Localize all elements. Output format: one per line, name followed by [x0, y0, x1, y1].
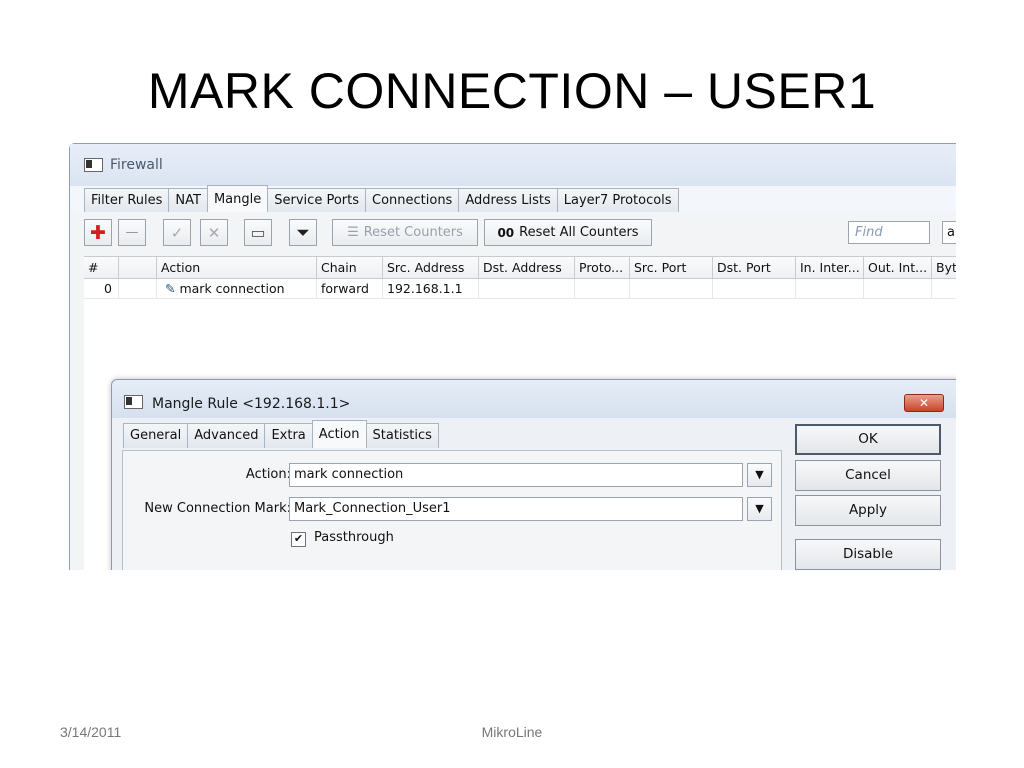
column-header[interactable]: Src. Address [383, 257, 479, 278]
enable-button[interactable]: ✓ [163, 219, 191, 246]
row-src-address: 192.168.1.1 [383, 279, 479, 298]
new-connection-mark-label: New Connection Mark: [144, 501, 291, 516]
passthrough-checkbox[interactable]: ✔ [291, 532, 306, 547]
mangle-rule-dialog: Mangle Rule <192.168.1.1> ✕ General Adva… [111, 379, 956, 570]
screenshot-crop: Firewall Filter Rules NAT Mangle Service… [69, 143, 956, 570]
tab-advanced[interactable]: Advanced [187, 423, 266, 448]
tab-general[interactable]: General [123, 423, 189, 448]
filter-icon: ⏷ [296, 222, 310, 243]
firewall-titlebar: Firewall [70, 144, 956, 186]
row-number: 0 [84, 279, 119, 298]
close-button[interactable]: ✕ [904, 394, 944, 412]
column-header[interactable]: Out. Int... [864, 257, 932, 278]
action-tab-panel: Action: mark connection ▼ New Connection… [122, 450, 782, 570]
action-dropdown-button[interactable]: ▼ [747, 463, 772, 487]
reset-all-counters-icon: 00 [497, 225, 515, 240]
tab-extra[interactable]: Extra [264, 423, 313, 448]
table-row[interactable]: 0 ✎ mark connection forward 192.168.1.1 [84, 279, 956, 299]
firewall-title: Firewall [110, 157, 163, 173]
column-header[interactable]: Byt [932, 257, 956, 278]
dropdown-icon: ▼ [755, 502, 764, 515]
close-icon: ✕ [918, 396, 930, 410]
comment-button[interactable]: ▭ [244, 219, 272, 246]
dialog-tabs: General Advanced Extra Action Statistics [123, 420, 439, 448]
window-icon [84, 158, 103, 172]
find-scope-select[interactable]: a [942, 221, 956, 244]
tab-statistics[interactable]: Statistics [365, 423, 439, 448]
tab-connections[interactable]: Connections [365, 188, 460, 213]
action-field[interactable]: mark connection [289, 463, 743, 487]
row-out-interface [864, 279, 932, 298]
column-header[interactable]: Proto... [575, 257, 630, 278]
slide-title: MARK CONNECTION – USER1 [147, 63, 877, 119]
tab-nat[interactable]: NAT [168, 188, 208, 213]
remove-icon: — [125, 225, 139, 240]
find-input[interactable]: Find [848, 221, 930, 244]
reset-all-counters-button[interactable]: 00 Reset All Counters [484, 219, 652, 246]
reset-counters-label: Reset Counters [363, 225, 463, 240]
column-header[interactable]: Src. Port [630, 257, 713, 278]
row-in-interface [796, 279, 864, 298]
row-flags [119, 279, 157, 298]
table-header: # Action Chain Src. Address Dst. Address… [84, 257, 956, 279]
disable-button[interactable]: ✕ [200, 219, 228, 246]
row-dst-port [713, 279, 796, 298]
new-connection-mark-field[interactable]: Mark_Connection_User1 [289, 497, 743, 521]
add-icon: ✚ [90, 221, 106, 244]
tab-mangle[interactable]: Mangle [206, 185, 269, 213]
remove-button[interactable]: — [118, 219, 146, 246]
disable-button[interactable]: Disable [795, 539, 941, 570]
column-header[interactable]: Chain [317, 257, 383, 278]
check-icon: ✓ [170, 223, 184, 242]
tab-address-lists[interactable]: Address Lists [458, 188, 558, 213]
dropdown-icon: ▼ [755, 468, 764, 481]
pencil-icon: ✎ [165, 281, 176, 296]
action-label: Action: [245, 467, 291, 482]
window-icon [124, 395, 143, 409]
cancel-button[interactable]: Cancel [795, 460, 941, 491]
column-header[interactable] [119, 257, 157, 278]
reset-counters-button[interactable]: ☰ Reset Counters [332, 219, 478, 246]
filter-button[interactable]: ⏷ [289, 219, 317, 246]
tab-action[interactable]: Action [311, 420, 367, 448]
column-header[interactable]: Dst. Port [713, 257, 796, 278]
footer-brand: MikroLine [481, 724, 543, 740]
checkmark-icon: ✔ [293, 532, 304, 545]
row-action-cell: ✎ mark connection [157, 279, 317, 298]
new-connection-mark-dropdown-button[interactable]: ▼ [747, 497, 772, 521]
row-action: mark connection [179, 281, 285, 296]
column-header[interactable]: Action [157, 257, 317, 278]
row-dst-address [479, 279, 575, 298]
apply-button[interactable]: Apply [795, 495, 941, 526]
row-bytes [932, 279, 956, 298]
tab-filter-rules[interactable]: Filter Rules [84, 188, 170, 213]
dialog-titlebar: Mangle Rule <192.168.1.1> ✕ [112, 380, 956, 418]
row-chain: forward [317, 279, 383, 298]
row-protocol [575, 279, 630, 298]
column-header[interactable]: In. Inter... [796, 257, 864, 278]
firewall-tabs: Filter Rules NAT Mangle Service Ports Co… [84, 185, 679, 213]
row-src-port [630, 279, 713, 298]
ok-button[interactable]: OK [795, 424, 941, 455]
dialog-title: Mangle Rule <192.168.1.1> [152, 396, 351, 412]
passthrough-label: Passthrough [314, 530, 394, 545]
cross-icon: ✕ [207, 223, 221, 242]
tab-service-ports[interactable]: Service Ports [267, 188, 366, 213]
add-button[interactable]: ✚ [84, 219, 112, 246]
column-header[interactable]: Dst. Address [479, 257, 575, 278]
reset-counters-icon: ☰ [347, 225, 359, 240]
comment-icon: ▭ [250, 223, 266, 242]
tab-layer7-protocols[interactable]: Layer7 Protocols [556, 188, 679, 213]
reset-all-counters-label: Reset All Counters [519, 225, 639, 240]
column-header[interactable]: # [84, 257, 119, 278]
